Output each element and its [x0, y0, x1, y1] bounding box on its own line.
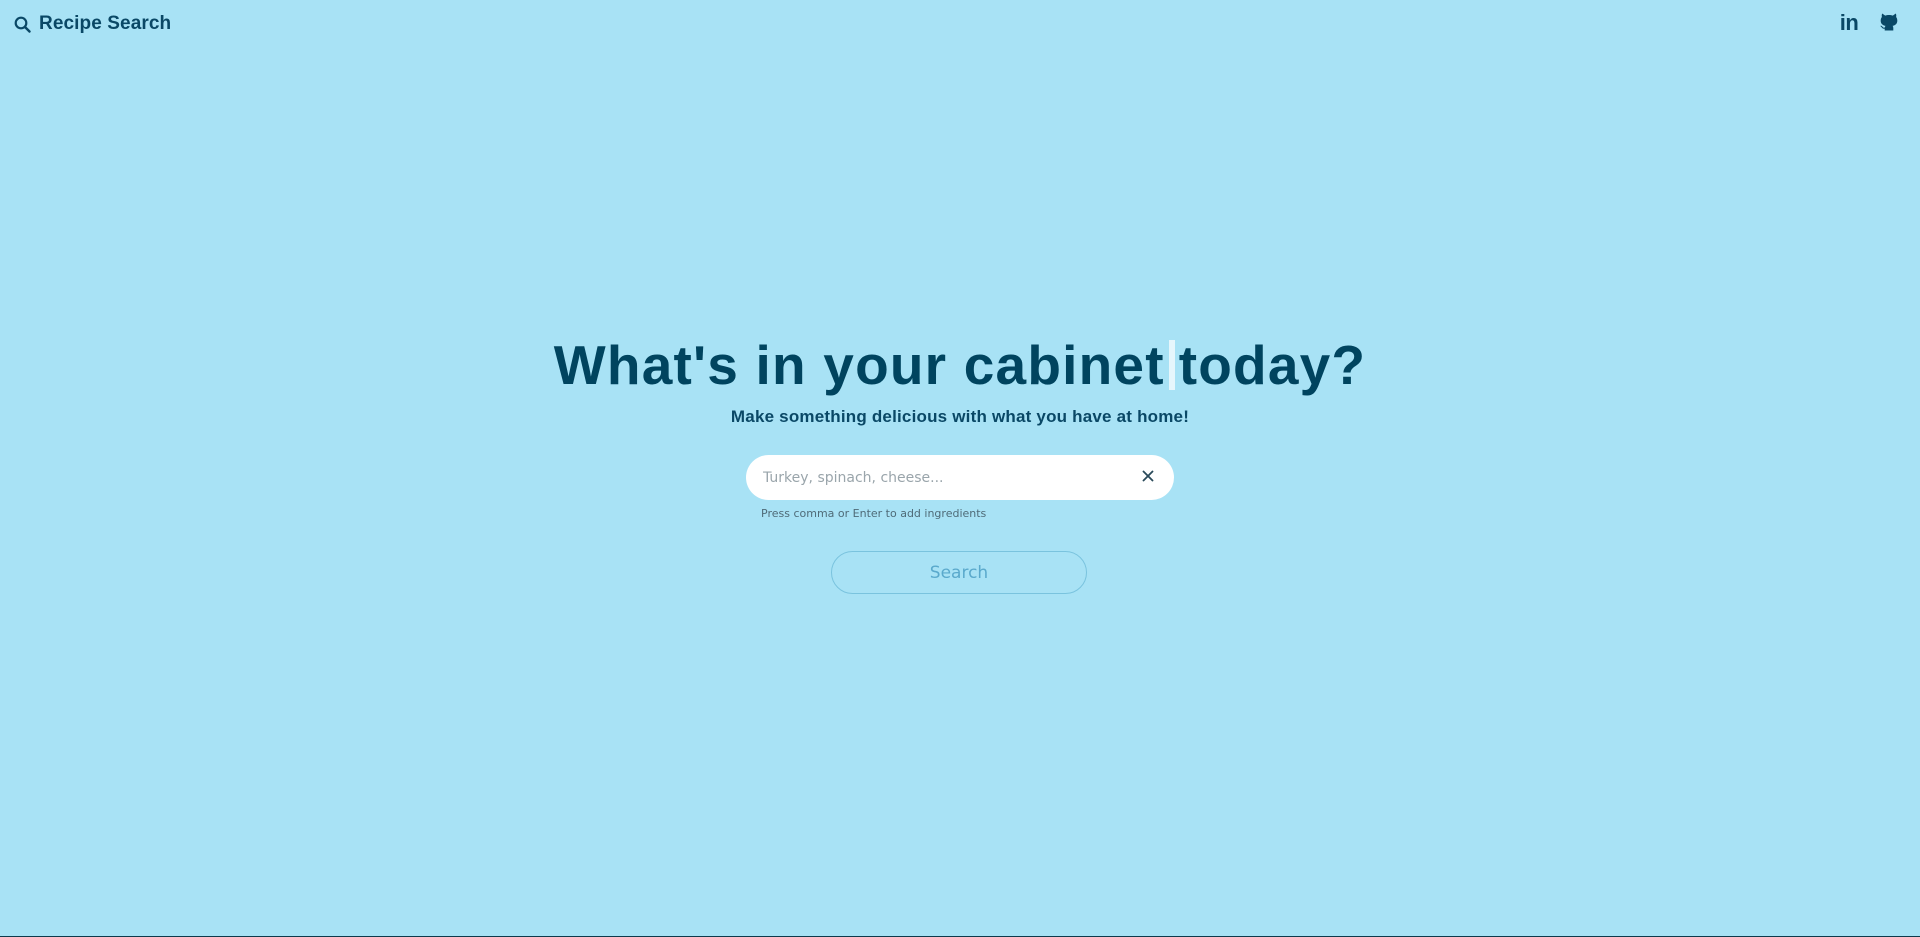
search-button[interactable]: Search: [831, 551, 1087, 594]
page: Recipe Search in What's in your cabinet …: [0, 0, 1920, 937]
brand-title: Recipe Search: [39, 13, 172, 34]
search-icon: [14, 16, 31, 33]
close-icon: [1142, 469, 1154, 487]
headline-part-2: today?: [1178, 334, 1367, 396]
clear-button[interactable]: [1138, 468, 1158, 488]
linkedin-link[interactable]: in: [1838, 12, 1860, 34]
ingredient-search-box: [746, 455, 1174, 500]
linkedin-icon: in: [1839, 10, 1859, 35]
github-link[interactable]: [1878, 12, 1900, 34]
ingredient-input[interactable]: [761, 468, 1138, 487]
typing-caret: [1168, 340, 1175, 390]
input-hint: Press comma or Enter to add ingredients: [761, 507, 987, 520]
page-subtitle: Make something delicious with what you h…: [730, 407, 1190, 426]
social-links: in: [1838, 12, 1900, 34]
page-title: What's in your cabinet today?: [554, 330, 1366, 400]
github-icon: [1880, 11, 1898, 36]
headline-part-1: What's in your cabinet: [553, 334, 1165, 396]
brand-link[interactable]: Recipe Search: [14, 13, 171, 35]
hero: What's in your cabinet today? Make somet…: [0, 330, 1920, 427]
